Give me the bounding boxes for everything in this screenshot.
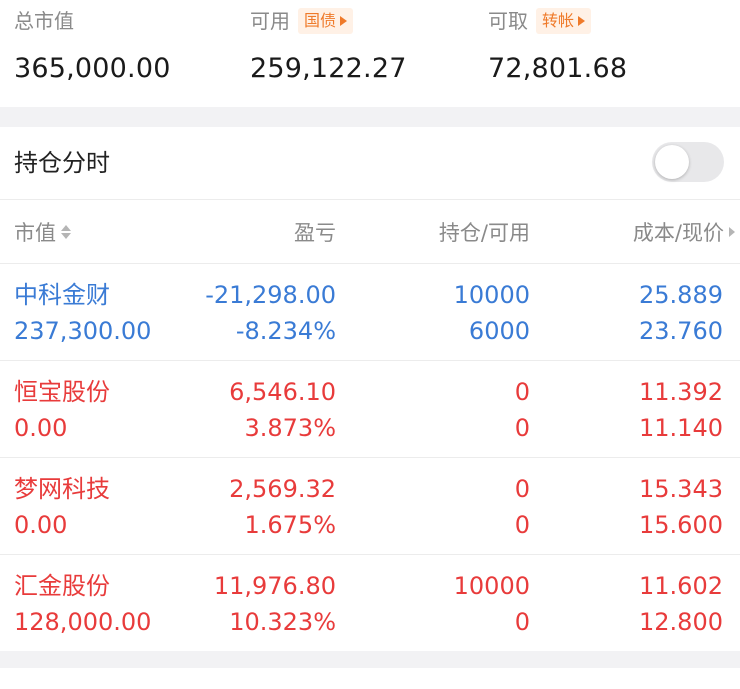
cost-price: 25.889 <box>639 281 723 309</box>
profit-loss: 2,569.32 <box>229 475 336 503</box>
toggle-knob <box>655 145 689 179</box>
position-quantity: 0 <box>514 475 530 503</box>
intraday-toggle[interactable] <box>652 142 724 182</box>
column-cost-price[interactable]: 成本/现价 <box>535 201 735 263</box>
holding-row[interactable]: 梦网科技 0.00 2,569.32 1.675% 0 0 15.343 15.… <box>0 457 740 554</box>
profit-loss: 11,976.80 <box>213 572 336 600</box>
market-value: 237,300.00 <box>14 317 152 345</box>
cost-price: 11.602 <box>639 572 723 600</box>
available-quantity: 6000 <box>468 317 530 345</box>
chevron-right-icon <box>729 227 735 237</box>
current-price: 23.760 <box>639 317 723 345</box>
holding-row[interactable]: 汇金股份 128,000.00 11,976.80 10.323% 10000 … <box>0 554 740 651</box>
profit-loss-percent: 10.323% <box>229 608 336 636</box>
position-quantity: 10000 <box>453 572 530 600</box>
panel-title: 持仓分时 <box>14 149 110 177</box>
position-quantity: 0 <box>514 378 530 406</box>
column-cost-price-label: 成本/现价 <box>632 221 724 245</box>
account-summary: 总市值 365,000.00 可用 国债 259,122.27 可取 转帐 72… <box>0 0 740 107</box>
withdrawable-funds-value: 72,801.68 <box>488 53 628 84</box>
available-quantity: 0 <box>514 511 530 539</box>
cost-price: 15.343 <box>639 475 723 503</box>
available-quantity: 0 <box>514 414 530 442</box>
current-price: 11.140 <box>639 414 723 442</box>
total-market-value: 365,000.00 <box>14 53 171 84</box>
current-price: 12.800 <box>639 608 723 636</box>
cost-price: 11.392 <box>639 378 723 406</box>
sort-icon <box>61 225 71 239</box>
available-funds-label: 可用 <box>250 9 290 33</box>
holding-row[interactable]: 恒宝股份 0.00 6,546.10 3.873% 0 0 11.392 11.… <box>0 360 740 457</box>
available-quantity: 0 <box>514 608 530 636</box>
profit-loss: 6,546.10 <box>229 378 336 406</box>
holdings-panel: 持仓分时 市值 盈亏 持仓/可用 成本/现价 中科金财 237,300.00 -… <box>0 127 740 651</box>
stock-name: 恒宝股份 <box>14 378 110 406</box>
play-arrow-icon <box>340 16 348 26</box>
market-value: 128,000.00 <box>14 608 152 636</box>
current-price: 15.600 <box>639 511 723 539</box>
column-market-value-label: 市值 <box>14 221 56 245</box>
holdings-list: 中科金财 237,300.00 -21,298.00 -8.234% 10000… <box>0 263 740 651</box>
profit-loss-percent: 1.675% <box>244 511 336 539</box>
column-position-label: 持仓/可用 <box>438 221 530 245</box>
transfer-label: 转帐 <box>542 11 575 30</box>
total-market-value-block: 总市值 365,000.00 <box>14 6 171 86</box>
profit-loss-percent: -8.234% <box>235 317 336 345</box>
transfer-button[interactable]: 转帐 <box>536 8 592 34</box>
holdings-panel-header: 持仓分时 <box>0 127 740 200</box>
stock-name: 梦网科技 <box>14 475 110 503</box>
market-value: 0.00 <box>14 414 68 442</box>
treasury-bond-button[interactable]: 国债 <box>298 8 354 34</box>
play-arrow-icon <box>578 16 586 26</box>
available-funds-value: 259,122.27 <box>250 53 407 84</box>
stock-name: 汇金股份 <box>14 572 110 600</box>
available-funds-block: 可用 国债 259,122.27 <box>250 6 407 86</box>
treasury-bond-label: 国债 <box>304 11 337 30</box>
withdrawable-funds-block: 可取 转帐 72,801.68 <box>488 6 627 86</box>
column-position: 持仓/可用 <box>330 201 530 263</box>
withdrawable-funds-label: 可取 <box>488 9 528 33</box>
total-market-value-label: 总市值 <box>14 9 74 33</box>
market-value: 0.00 <box>14 511 68 539</box>
position-quantity: 10000 <box>453 281 530 309</box>
bottom-strip <box>0 668 740 689</box>
profit-loss-percent: 3.873% <box>244 414 336 442</box>
holding-row[interactable]: 中科金财 237,300.00 -21,298.00 -8.234% 10000… <box>0 263 740 360</box>
stock-name: 中科金财 <box>14 281 110 309</box>
profit-loss: -21,298.00 <box>205 281 336 309</box>
column-profit-loss: 盈亏 <box>136 201 336 263</box>
